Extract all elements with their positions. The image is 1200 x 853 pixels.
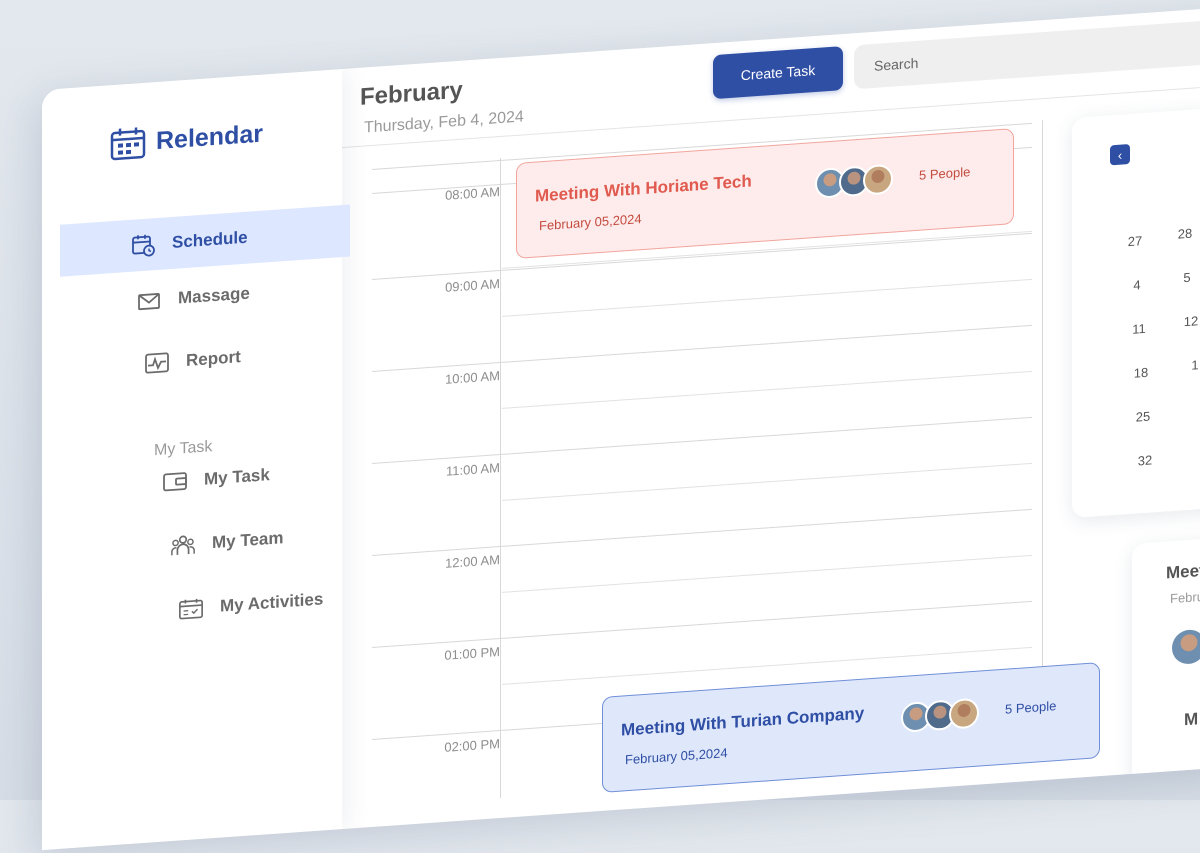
timeline-right-border <box>1042 120 1043 760</box>
attendee-count: 5 People <box>919 164 970 183</box>
half-hour-line <box>502 279 1032 317</box>
sidebar-item-label: Massage <box>178 284 250 309</box>
event-card-turian-company[interactable]: Meeting With Turian Company February 05,… <box>602 662 1100 793</box>
time-label: 02:00 PM <box>402 736 500 758</box>
time-label: 11:00 AM <box>402 460 500 482</box>
chevron-left-icon[interactable]: ‹ <box>1110 144 1130 165</box>
sidebar-item-label: My Activities <box>220 589 323 616</box>
avatar <box>1172 629 1200 665</box>
avatar <box>863 164 893 196</box>
upcoming-meeting-card[interactable]: Meet Febru M <box>1132 530 1200 784</box>
logo: Relendar <box>110 117 263 162</box>
sidebar-item-label: My Task <box>204 465 270 490</box>
sidebar-item-massage[interactable]: Massage <box>136 281 250 315</box>
mini-calendar: ‹ 27 4 11 18 25 32 28 5 12 1 <box>1072 104 1200 518</box>
calendar-day[interactable]: 28 <box>1170 225 1200 242</box>
calendar-check-icon <box>178 595 204 623</box>
calendar-day[interactable]: 1 <box>1180 356 1200 373</box>
sidebar-item-my-activities[interactable]: My Activities <box>178 586 323 622</box>
attendee-count: 5 People <box>1005 698 1056 717</box>
sidebar-item-my-task[interactable]: My Task <box>162 462 270 496</box>
time-label: 01:00 PM <box>402 644 500 666</box>
team-icon <box>170 531 196 559</box>
calendar-day[interactable]: 11 <box>1124 320 1154 337</box>
meeting-extra-label: M <box>1184 709 1198 730</box>
calendar-day[interactable]: 25 <box>1128 408 1158 425</box>
hour-line <box>372 325 1032 372</box>
hour-line <box>372 509 1032 556</box>
calendar-day[interactable]: 4 <box>1122 276 1152 293</box>
mail-icon <box>136 287 162 315</box>
sidebar-item-my-team[interactable]: My Team <box>170 525 284 559</box>
sidebar-item-label: Schedule <box>172 228 248 253</box>
calendar-clock-icon <box>130 231 156 259</box>
event-date: February 05,2024 <box>539 211 642 233</box>
event-title: Meeting With Horiane Tech <box>535 171 752 206</box>
section-label-my-task: My Task <box>154 438 212 460</box>
calendar-day[interactable]: 18 <box>1126 364 1156 381</box>
hour-line <box>372 601 1032 648</box>
calendar-day[interactable]: 12 <box>1176 313 1200 330</box>
calendar-logo-icon <box>110 125 146 162</box>
sidebar-item-report[interactable]: Report <box>144 344 241 377</box>
page-title: February <box>360 77 463 112</box>
attendee-avatars <box>815 164 893 199</box>
stage: Relendar Schedule Massage Report <box>0 0 1200 800</box>
event-date: February 05,2024 <box>625 745 728 767</box>
main-content: February Thursday, Feb 4, 2024 Create Ta… <box>342 6 1200 829</box>
avatar <box>949 698 979 730</box>
half-hour-line <box>502 555 1032 593</box>
search-input[interactable] <box>854 16 1200 89</box>
current-date: Thursday, Feb 4, 2024 <box>364 108 524 137</box>
time-label: 08:00 AM <box>402 184 500 206</box>
calendar-day[interactable]: 5 <box>1172 269 1200 286</box>
day-timeline: 08:00 AM 09:00 AM 10:00 AM 11:00 AM 12:0… <box>342 120 1042 809</box>
half-hour-line <box>502 371 1032 409</box>
create-task-button[interactable]: Create Task <box>713 46 843 99</box>
sidebar-item-label: Report <box>186 347 241 371</box>
sidebar-item-label: My Team <box>212 528 284 553</box>
sidebar-item-schedule[interactable]: Schedule <box>60 205 350 277</box>
wallet-icon <box>162 468 188 496</box>
calendar-day[interactable]: 32 <box>1130 452 1160 469</box>
time-label: 09:00 AM <box>402 276 500 298</box>
attendee-avatars <box>901 698 979 733</box>
half-hour-line <box>502 463 1032 501</box>
calendar-day[interactable]: 27 <box>1120 233 1150 250</box>
chart-icon <box>144 349 170 377</box>
time-label: 10:00 AM <box>402 368 500 390</box>
app-name: Relendar <box>156 119 263 155</box>
sidebar: Relendar Schedule Massage Report <box>42 69 342 850</box>
meeting-title: Meet <box>1166 561 1200 584</box>
hour-line <box>372 417 1032 464</box>
time-label: 12:00 AM <box>402 552 500 574</box>
meeting-date: Febru <box>1170 589 1200 606</box>
time-column-divider <box>500 158 501 798</box>
event-title: Meeting With Turian Company <box>621 704 864 741</box>
app-window: Relendar Schedule Massage Report <box>42 6 1200 850</box>
